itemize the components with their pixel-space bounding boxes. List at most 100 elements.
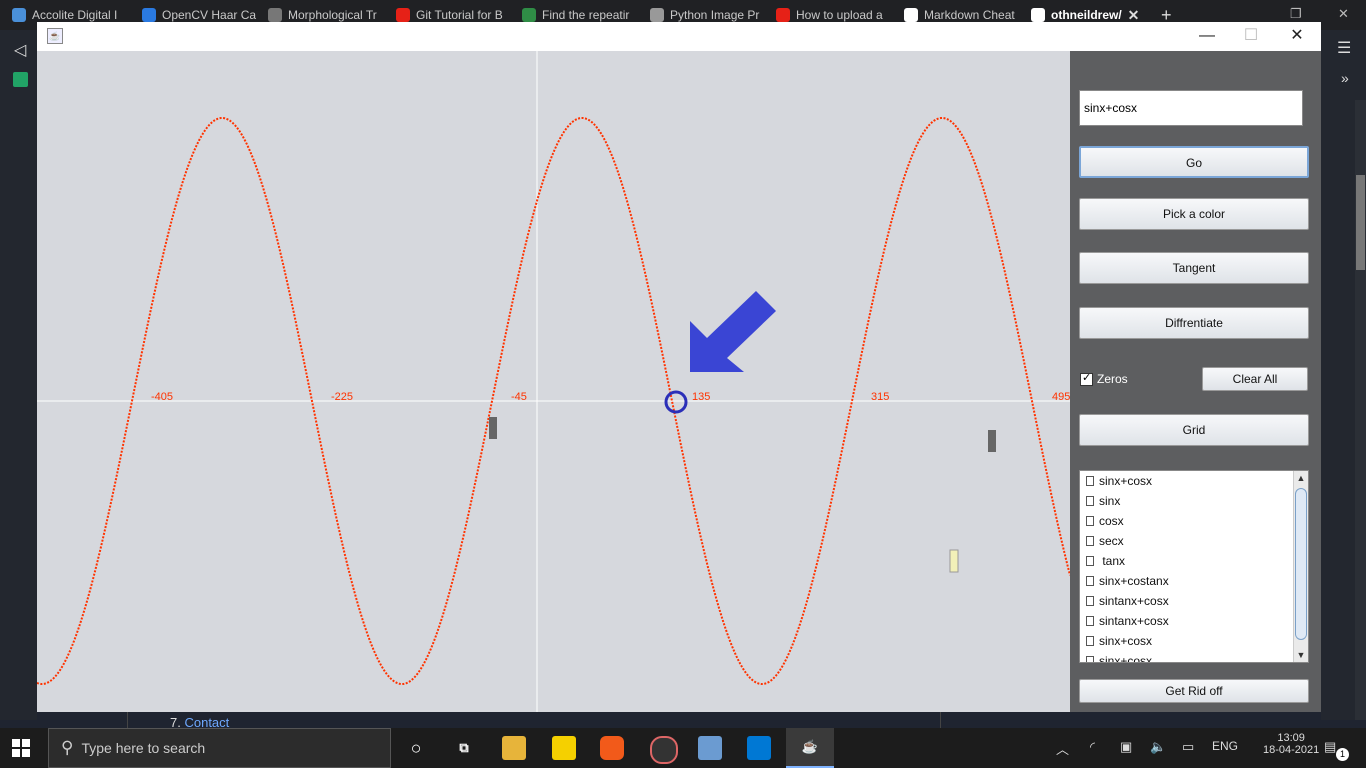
cortana-icon[interactable]: ○ [404,736,428,760]
java-app-taskbar-icon[interactable]: ☕ [786,728,834,768]
taskbar-search-box[interactable]: ⚲ Type here to search [48,728,391,768]
function-list-label: sinx+cosx [1099,654,1153,663]
tick-label: 135 [692,391,710,403]
youtube-icon [776,8,790,22]
clock[interactable]: 13:09 18-04-2021 [1263,732,1319,756]
sticky-notes-icon[interactable] [552,736,576,760]
graph-canvas[interactable]: -405 -225 -45 135 315 495 [37,51,1070,712]
browser-left-strip: ◁ [0,30,37,720]
tangent-button[interactable]: Tangent [1079,252,1309,284]
browser-tab-label: Morphological Tr [288,8,377,22]
function-list[interactable]: sinx+cosx sinx cosx secx tanx sinx+costanx si… [1079,470,1309,663]
browser-tab-label: Find the repeatir [542,8,630,22]
volume-icon[interactable]: 🔈 [1150,739,1166,755]
scroll-thumb[interactable] [1295,488,1307,640]
list-checkbox-icon[interactable] [1086,536,1094,546]
minimize-button[interactable]: — [1197,26,1217,46]
task-view-icon[interactable]: ⧉ [452,736,476,760]
clock-date: 18-04-2021 [1263,744,1320,756]
github-icon [904,8,918,22]
browser-restore-icon[interactable]: ❐ [1290,6,1302,22]
marker-block [949,549,959,573]
control-panel: Go Pick a color Tangent Diffrentiate Zer… [1070,51,1321,712]
function-list-label: tanx [1099,554,1126,568]
get-rid-off-button[interactable]: Get Rid off [1079,679,1309,703]
browser-tab-label: Markdown Cheat [924,8,1015,22]
function-list-item[interactable]: sinx+cosx [1080,651,1308,663]
list-checkbox-icon[interactable] [1086,636,1094,646]
sheets-icon[interactable] [13,72,28,87]
function-list-label: secx [1099,534,1124,548]
windows-start-icon[interactable] [12,739,30,757]
list-checkbox-icon[interactable] [1086,556,1094,566]
tick-label: 315 [871,391,889,403]
function-list-item[interactable]: tanx [1080,551,1308,571]
menu-icon[interactable]: ☰ [1337,38,1351,58]
list-scrollbar[interactable]: ▲ ▼ [1293,471,1308,662]
pick-color-button[interactable]: Pick a color [1079,198,1309,230]
function-list-item[interactable]: sinx+cosx [1080,471,1308,491]
function-list-label: sintanx+cosx [1099,594,1169,608]
close-tab-icon[interactable]: ✕ [1128,7,1140,24]
file-explorer-icon[interactable] [502,736,526,760]
vscode-icon[interactable] [747,736,771,760]
list-checkbox-icon[interactable] [1086,596,1094,606]
list-checkbox-icon[interactable] [1086,496,1094,506]
list-checkbox-icon[interactable] [1086,656,1094,662]
function-list-item[interactable]: sinx [1080,491,1308,511]
function-list-item[interactable]: sintanx+cosx [1080,611,1308,631]
function-list-item[interactable]: cosx [1080,511,1308,531]
scroll-down-icon[interactable]: ▼ [1294,648,1308,662]
marker-block [489,417,497,439]
virtualbox-icon[interactable] [698,736,722,760]
zeros-checkbox[interactable]: Zeros [1080,371,1128,386]
scroll-up-icon[interactable]: ▲ [1294,471,1308,485]
close-button[interactable]: ✕ [1287,26,1307,46]
site-icon [650,8,664,22]
function-list-item[interactable]: sinx+costanx [1080,571,1308,591]
page-icon [268,8,282,22]
brave-browser-icon[interactable] [600,736,624,760]
function-list-label: sinx+costanx [1099,574,1169,588]
list-checkbox-icon[interactable] [1086,576,1094,586]
function-list-item[interactable]: sintanx+cosx [1080,591,1308,611]
checkbox-icon[interactable] [1080,371,1093,386]
media-player-icon[interactable] [650,736,678,764]
go-button[interactable]: Go [1079,146,1309,178]
browser-tab-label: Git Tutorial for B [416,8,503,22]
zero-marker [664,390,688,414]
notification-count: 1 [1336,748,1349,761]
list-checkbox-icon[interactable] [1086,516,1094,526]
function-list-label: sinx [1099,494,1121,508]
list-checkbox-icon[interactable] [1086,616,1094,626]
clear-all-button[interactable]: Clear All [1202,367,1308,391]
maximize-button[interactable]: ☐ [1241,26,1261,46]
battery-icon[interactable]: ▭ [1182,739,1194,755]
page-scrollbar[interactable] [1355,100,1366,720]
arrow-icon [690,291,776,372]
notifications-icon[interactable]: ▤ [1324,739,1336,755]
graph-svg: -405 -225 -45 135 315 495 [37,51,1070,712]
list-checkbox-icon[interactable] [1086,476,1094,486]
network-icon[interactable]: ◜ [1090,739,1095,755]
more-bookmarks-icon[interactable]: » [1341,70,1349,86]
function-input[interactable] [1079,90,1303,126]
browser-tab-label: othneildrew/ [1051,8,1122,22]
function-list-item[interactable]: sinx+cosx [1080,631,1308,651]
search-placeholder: Type here to search [81,740,206,756]
back-icon[interactable]: ◁ [14,40,26,60]
grapher-window: ☕ — ☐ ✕ -405 -225 -45 135 315 495 Go Pic… [37,22,1321,712]
function-list-item[interactable]: secx [1080,531,1308,551]
youtube-icon [396,8,410,22]
browser-tab-label: How to upload a [796,8,883,22]
browser-close-icon[interactable]: ✕ [1338,6,1349,22]
grid-button[interactable]: Grid [1079,414,1309,446]
show-hidden-icons[interactable]: ︿ [1056,739,1069,758]
device-icon[interactable]: ▣ [1120,739,1132,755]
accolite-icon [12,8,26,22]
browser-tab-label: Python Image Pr [670,8,760,22]
differentiate-button[interactable]: Diffrentiate [1079,307,1309,339]
function-list-label: cosx [1099,514,1124,528]
language-indicator[interactable]: ENG [1212,739,1238,753]
java-app-icon: ☕ [47,28,63,44]
